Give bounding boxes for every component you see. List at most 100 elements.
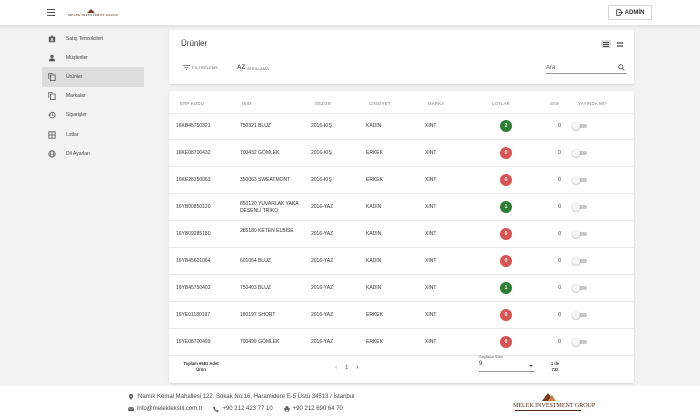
sort-button[interactable]: A͢Z SIRALAMA (237, 65, 269, 71)
top-bar: MELEK INVESTMENT GROUP ADMİN (0, 0, 700, 26)
mail-icon (128, 407, 134, 412)
search-icon[interactable] (618, 64, 625, 71)
cell-name: 601064 BLUZ (240, 258, 271, 264)
sidebar-item-products[interactable]: Ürünler (42, 67, 144, 87)
cell-gender: KADIN (366, 231, 382, 237)
admin-label: ADMİN (624, 9, 645, 16)
sort-label: SIRALAMA (247, 65, 270, 71)
prev-page-icon[interactable]: ‹ (335, 364, 337, 371)
fax-icon (283, 406, 290, 412)
column-header-brand[interactable]: MARKA (428, 101, 444, 106)
cell-stock: 0 (558, 258, 561, 264)
cell-erp-code: 16KE28350063 (176, 177, 211, 183)
cell-stock: 0 (558, 231, 561, 237)
published-toggle[interactable] (572, 203, 587, 211)
total-count: Toplam 6581 Adet Ürün (183, 361, 219, 372)
next-page-icon[interactable]: › (356, 364, 358, 371)
published-toggle[interactable] (572, 338, 587, 346)
cell-brand: XINT (425, 339, 437, 345)
toggle-knob (572, 284, 580, 292)
lots-badge[interactable]: 0 (500, 336, 512, 348)
published-toggle[interactable] (572, 149, 587, 157)
table-row[interactable]: 16YB00850120 850120 YUVARLAK YAKA DESENLİ… (169, 194, 634, 221)
logout-icon (615, 9, 623, 16)
table-row[interactable]: 16YE08700499 700499 GÖMLEK 2016-YAZ ERKEK XI… (169, 329, 634, 356)
published-toggle[interactable] (572, 257, 587, 265)
footer: Namık Kemal Mahallesi 122. Sokak No:16, … (0, 386, 700, 420)
cell-erp-code: 16YE08700499 (176, 339, 211, 345)
lots-badge[interactable]: 0 (500, 228, 512, 240)
table-row[interactable]: 16KB45750321 750321 BLUZ 2016-KIŞ KADIN XINT… (169, 113, 634, 140)
published-toggle[interactable] (572, 284, 587, 292)
sidebar-item-language-settings[interactable]: Dil Ayarları (42, 144, 144, 163)
cell-season: 2016-YAZ (311, 312, 334, 318)
lots-badge[interactable]: 1 (500, 201, 512, 213)
products-table: ERP KODU İSİM SEZON CİNSİYET MARKA LOTLA… (169, 91, 634, 383)
cell-stock: 0 (558, 204, 561, 210)
sidebar-item-customers[interactable]: Müşteriler (42, 48, 144, 67)
cell-erp-code: 16YB00850120 (176, 204, 211, 210)
column-header-lots[interactable]: LOTLAR (492, 101, 510, 106)
cell-season: 2016-YAZ (311, 339, 334, 345)
cell-stock: 0 (558, 177, 561, 183)
cell-erp-code: 16YB45750403 (176, 285, 211, 291)
cell-season: 2016-YAZ (311, 285, 334, 291)
cell-gender: KADIN (366, 204, 382, 210)
table-row[interactable]: 16YB45750403 750403 BLUZ 2016-YAZ KADIN XINT… (169, 275, 634, 302)
table-row[interactable]: 16YB45601064 601064 BLUZ 2016-YAZ KADIN XINT… (169, 248, 634, 275)
sidebar-item-sales-reps[interactable]: Satış Temsilcileri (42, 29, 144, 48)
toggle-knob (572, 230, 580, 238)
cell-brand: XINT (425, 150, 437, 156)
badge-icon (48, 34, 56, 42)
column-header-erp-code[interactable]: ERP KODU (180, 101, 204, 106)
cell-brand: XINT (425, 312, 437, 318)
table-row[interactable]: 16KE08700432 700432 GÖMLEK 2016-KIŞ ERKEK XI… (169, 140, 634, 167)
admin-logout-button[interactable]: ADMİN (608, 5, 652, 20)
toggle-knob (572, 149, 580, 157)
column-header-season[interactable]: SEZON (315, 101, 331, 106)
cell-erp-code: 16KE08700432 (176, 150, 211, 156)
cell-brand: XINT (425, 231, 437, 237)
lots-badge[interactable]: 1 (500, 282, 512, 294)
sidebar-item-label: Ürünler (66, 73, 83, 80)
sidebar-item-lots[interactable]: Lotlar (42, 125, 144, 144)
lots-badge[interactable]: 2 (500, 120, 512, 132)
sidebar-item-orders[interactable]: Siparişler (42, 106, 144, 125)
grid-view-button[interactable] (615, 40, 625, 48)
cell-stock: 0 (558, 150, 561, 156)
published-toggle[interactable] (572, 176, 587, 184)
published-toggle[interactable] (572, 311, 587, 319)
lots-badge[interactable]: 0 (500, 174, 512, 186)
cell-season: 2016-YAZ (311, 204, 334, 210)
table-row[interactable]: 16YE01180197 180197 SHORT 2016-YAZ ERKEK XIN… (169, 302, 634, 329)
lots-badge[interactable]: 0 (500, 147, 512, 159)
column-header-gender[interactable]: CİNSİYET (369, 101, 391, 106)
caret-down-icon (529, 365, 533, 367)
logo-underline (515, 410, 581, 411)
lots-badge[interactable]: 0 (500, 255, 512, 267)
phone-contact[interactable]: +90 212 423 77 10 (213, 406, 273, 412)
column-header-stock[interactable]: Stok (550, 101, 560, 106)
column-header-published[interactable]: YAYINDA MI? (578, 101, 607, 106)
filter-button[interactable]: FİLTRELEME (183, 65, 218, 70)
cell-name: 350063 SWEATMONT (240, 177, 291, 183)
cell-name: 750403 BLUZ (240, 285, 271, 291)
globe-icon (48, 150, 56, 158)
table-row[interactable]: 16KE28350063 350063 SWEATMONT 2016-KIŞ ERKE… (169, 167, 634, 194)
lots-badge[interactable]: 0 (500, 309, 512, 321)
search-input[interactable] (546, 63, 614, 73)
rows-per-page-select[interactable]: 9 (479, 361, 535, 372)
email-contact[interactable]: info@melektekstil.com.tr (128, 406, 202, 412)
menu-icon[interactable] (47, 9, 55, 16)
sidebar-item-label: Satış Temsilcileri (66, 35, 104, 42)
published-toggle[interactable] (572, 122, 587, 130)
email-text: info@melektekstil.com.tr (137, 406, 203, 412)
sidebar-item-brands[interactable]: Markalar (42, 87, 144, 106)
column-header-name[interactable]: İSİM (242, 101, 252, 106)
published-toggle[interactable] (572, 230, 587, 238)
rows-per-page-value: 9 (479, 361, 483, 367)
list-view-button[interactable] (601, 40, 611, 48)
table-row[interactable]: 16YB09285180 285180 KETEN ELBİSE 2016-YAZ K… (169, 221, 634, 248)
toggle-knob (572, 311, 580, 319)
cell-name: 700499 GÖMLEK (240, 339, 280, 345)
